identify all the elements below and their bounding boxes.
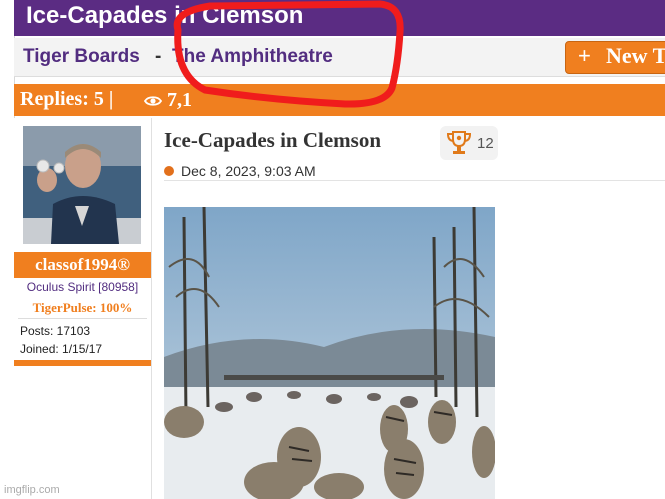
post-image[interactable] bbox=[164, 207, 495, 499]
timestamp-text: Dec 8, 2023, 9:03 AM bbox=[181, 163, 316, 179]
post-title: Ice-Capades in Clemson bbox=[164, 128, 382, 152]
page-title: Ice-Capades in Clemson bbox=[26, 2, 304, 29]
thread-stats-bar: Replies: 5 | 7,1 bbox=[14, 84, 665, 116]
user-posts: Posts: 17103 bbox=[20, 324, 91, 338]
user-pulse: TigerPulse: 100% bbox=[32, 300, 133, 315]
user-divider-bar bbox=[14, 360, 151, 366]
watermark: imgflip.com bbox=[4, 484, 60, 496]
trophy-icon bbox=[446, 131, 472, 154]
meta-divider bbox=[164, 180, 665, 181]
title-bar: Ice-Capades in Clemson bbox=[14, 0, 665, 36]
breadcrumb-separator: - bbox=[155, 46, 162, 67]
breadcrumb-forum-link[interactable]: The Amphitheatre bbox=[172, 46, 333, 68]
username[interactable]: classof1994® bbox=[14, 252, 151, 278]
user-sidebar: classof1994® Oculus Spirit [80958] Tiger… bbox=[14, 118, 152, 499]
trophy-badge[interactable]: 12 bbox=[440, 126, 498, 160]
status-dot bbox=[164, 166, 174, 176]
user-joined: Joined: 1/15/17 bbox=[20, 342, 103, 356]
avatar[interactable] bbox=[23, 126, 141, 244]
new-thread-label: New T bbox=[606, 43, 665, 68]
views-count-wrap: 7,1 bbox=[143, 89, 192, 112]
user-spirit: Oculus Spirit [80958] bbox=[26, 280, 139, 294]
replies-count: Replies: 5 | bbox=[20, 88, 114, 110]
plus-icon: + bbox=[578, 43, 591, 68]
eye-icon bbox=[143, 96, 163, 107]
divider bbox=[18, 318, 147, 319]
views-count: 7,1 bbox=[167, 89, 192, 111]
breadcrumb-board-link[interactable]: Tiger Boards bbox=[23, 46, 140, 68]
new-thread-button[interactable]: + New T bbox=[565, 41, 665, 74]
trophy-count: 12 bbox=[477, 135, 494, 152]
post-timestamp: Dec 8, 2023, 9:03 AM bbox=[164, 163, 316, 179]
